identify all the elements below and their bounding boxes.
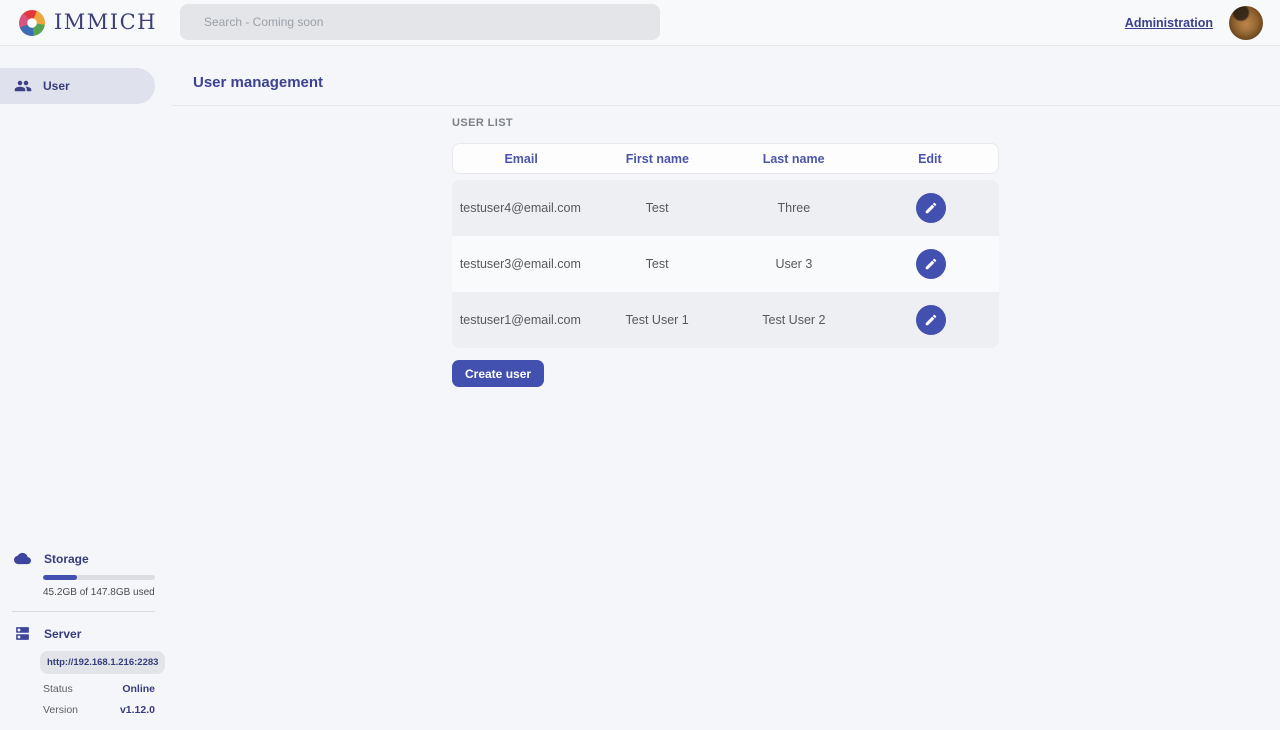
- pencil-icon: [924, 313, 938, 327]
- user-list-heading: USER LIST: [452, 117, 1280, 129]
- page-title: User management: [193, 74, 323, 91]
- table-header-row: Email First name Last name Edit: [452, 143, 999, 174]
- version-value: v1.12.0: [120, 704, 155, 716]
- cell-last-name: Test User 2: [726, 313, 863, 327]
- user-table: Email First name Last name Edit testuser…: [452, 143, 999, 348]
- column-header-edit: Edit: [862, 152, 998, 166]
- status-value: Online: [122, 683, 155, 695]
- cell-first-name: Test: [589, 201, 726, 215]
- cell-email: testuser3@email.com: [452, 257, 589, 271]
- storage-usage-text: 45.2GB of 147.8GB used: [43, 587, 171, 598]
- version-label: Version: [43, 704, 78, 716]
- sidebar-item-label: User: [43, 79, 70, 93]
- immich-logo: IMMICH: [19, 10, 157, 36]
- app-name: IMMICH: [54, 10, 157, 34]
- storage-progress-bar: [43, 575, 155, 580]
- cell-last-name: User 3: [726, 257, 863, 271]
- status-label: Status: [43, 683, 73, 695]
- main-content: User management USER LIST Email First na…: [171, 46, 1280, 730]
- table-row: testuser3@email.com Test User 3: [452, 236, 999, 292]
- server-status-row: Status Online: [43, 683, 155, 695]
- create-user-button[interactable]: Create user: [452, 360, 544, 387]
- storage-title: Storage: [44, 552, 89, 566]
- server-section: Server http://192.168.1.216:2283 Status …: [0, 625, 171, 716]
- server-version-row: Version v1.12.0: [43, 704, 155, 716]
- cloud-icon: [14, 550, 31, 567]
- content-area: USER LIST Email First name Last name Edi…: [171, 106, 1280, 387]
- pencil-icon: [924, 201, 938, 215]
- administration-link[interactable]: Administration: [1125, 16, 1213, 30]
- users-icon: [14, 77, 32, 95]
- column-header-first-name: First name: [589, 152, 725, 166]
- edit-user-button[interactable]: [916, 305, 946, 335]
- column-header-email: Email: [453, 152, 589, 166]
- pencil-icon: [924, 257, 938, 271]
- edit-user-button[interactable]: [916, 193, 946, 223]
- user-avatar[interactable]: [1229, 6, 1263, 40]
- cell-email: testuser4@email.com: [452, 201, 589, 215]
- cell-last-name: Three: [726, 201, 863, 215]
- cell-first-name: Test User 1: [589, 313, 726, 327]
- storage-progress-fill: [43, 575, 77, 580]
- cell-email: testuser1@email.com: [452, 313, 589, 327]
- column-header-last-name: Last name: [726, 152, 862, 166]
- edit-user-button[interactable]: [916, 249, 946, 279]
- server-url-badge: http://192.168.1.216:2283: [40, 651, 165, 674]
- sidebar: User Storage 45.2GB of 147.8GB used S: [0, 46, 171, 730]
- table-row: testuser4@email.com Test Three: [452, 180, 999, 236]
- table-row: testuser1@email.com Test User 1 Test Use…: [452, 292, 999, 348]
- server-title: Server: [44, 627, 81, 641]
- title-bar: User management: [171, 46, 1280, 106]
- search-input[interactable]: [180, 4, 660, 40]
- immich-flower-icon: [19, 10, 45, 36]
- server-icon: [14, 625, 31, 642]
- sidebar-item-user[interactable]: User: [0, 68, 155, 104]
- storage-section: Storage 45.2GB of 147.8GB used: [0, 550, 171, 598]
- app-header: IMMICH Administration: [0, 0, 1280, 46]
- header-right: Administration: [1125, 0, 1263, 46]
- table-body: testuser4@email.com Test Three testuser3…: [452, 180, 999, 348]
- sidebar-footer: Storage 45.2GB of 147.8GB used Server ht…: [0, 550, 171, 716]
- sidebar-divider: [12, 611, 155, 612]
- cell-first-name: Test: [589, 257, 726, 271]
